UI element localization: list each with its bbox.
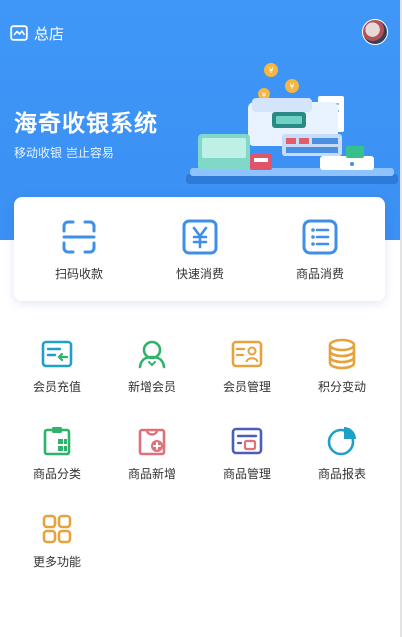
app-subtitle: 移动收银 岂止容易 — [14, 146, 114, 160]
category-icon — [43, 427, 71, 456]
store-icon — [10, 25, 28, 41]
svg-text:¥: ¥ — [262, 91, 267, 99]
more-grid-icon — [42, 514, 72, 544]
more-functions-label: 更多功能 — [32, 555, 81, 569]
store-selector[interactable]: 总店 — [10, 22, 64, 44]
svg-text:¥: ¥ — [268, 66, 273, 75]
report-pie-icon — [327, 427, 356, 456]
quick-consume-label: 快速消费 — [175, 267, 224, 281]
member-recharge-label: 会员充值 — [32, 380, 81, 394]
points-change-label: 积分变动 — [317, 380, 366, 394]
member-recharge-button[interactable]: 会员充值 — [12, 338, 102, 395]
product-category-button[interactable]: 商品分类 — [12, 425, 102, 482]
product-manage-icon — [231, 427, 263, 455]
yuan-icon — [182, 219, 218, 255]
quick-actions-card: 扫码收款 快速消费 商品消费 — [14, 197, 385, 301]
product-consume-label: 商品消费 — [295, 267, 344, 281]
product-manage-label: 商品管理 — [222, 467, 271, 481]
list-icon — [302, 219, 338, 255]
add-product-icon — [138, 428, 166, 456]
cash-register-illustration: ¥ ¥ ¥ — [186, 63, 398, 184]
quick-consume-button[interactable]: 快速消费 — [145, 219, 255, 282]
app-title: 海奇收银系统 — [14, 111, 158, 137]
add-member-icon — [138, 340, 166, 369]
scan-icon — [62, 220, 96, 254]
add-member-button[interactable]: 新增会员 — [107, 338, 197, 395]
scan-pay-label: 扫码收款 — [54, 267, 103, 281]
product-manage-button[interactable]: 商品管理 — [202, 425, 292, 482]
add-product-label: 商品新增 — [127, 467, 176, 481]
member-recharge-icon — [41, 340, 73, 368]
add-product-button[interactable]: 商品新增 — [107, 425, 197, 482]
points-change-button[interactable]: 积分变动 — [297, 338, 387, 395]
more-functions-button[interactable]: 更多功能 — [12, 513, 102, 570]
store-label: 总店 — [34, 24, 65, 43]
product-report-button[interactable]: 商品报表 — [297, 425, 387, 482]
product-consume-button[interactable]: 商品消费 — [265, 219, 375, 282]
member-manage-button[interactable]: 会员管理 — [202, 338, 292, 395]
points-icon — [328, 338, 356, 370]
member-card-icon — [231, 340, 263, 368]
product-category-label: 商品分类 — [32, 467, 81, 481]
svg-text:¥: ¥ — [289, 82, 294, 91]
add-member-label: 新增会员 — [127, 380, 176, 394]
member-manage-label: 会员管理 — [222, 380, 271, 394]
scan-pay-button[interactable]: 扫码收款 — [24, 219, 134, 282]
user-avatar[interactable] — [362, 19, 388, 45]
product-report-label: 商品报表 — [317, 467, 366, 481]
